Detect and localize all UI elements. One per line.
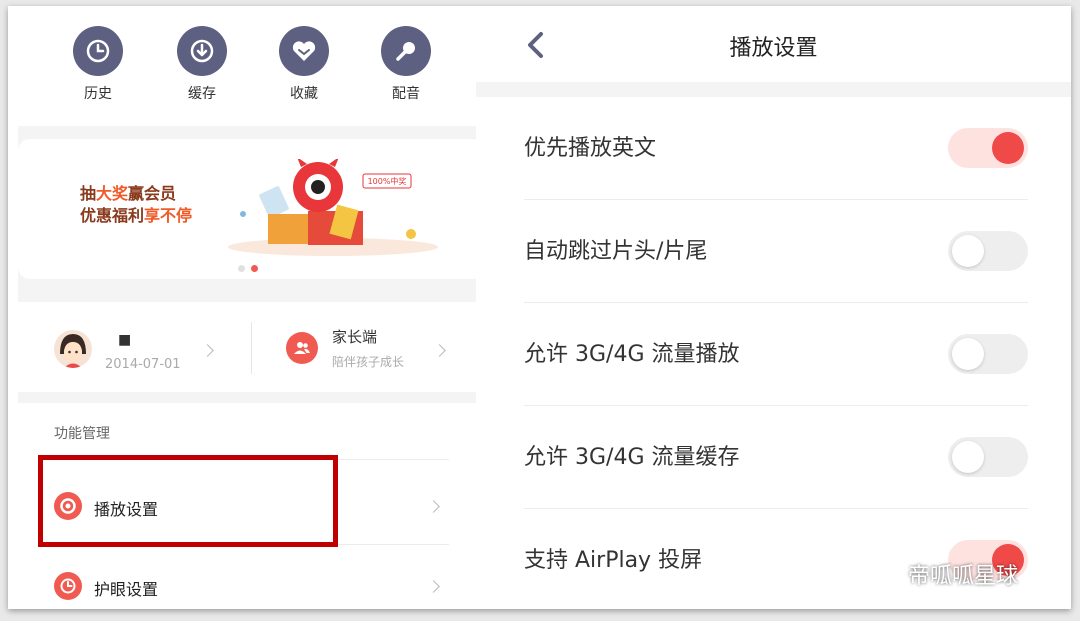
parent-subtitle: 陪伴孩子成长 (332, 355, 405, 369)
toggle-knob (992, 132, 1024, 164)
toggle-knob (952, 441, 984, 473)
section-gap (18, 392, 484, 403)
banner-page-indicator (238, 257, 264, 276)
quick-action-label: 历史 (84, 86, 112, 102)
section-title: 功能管理 (54, 426, 110, 442)
banner-tag: 100%中奖 (368, 176, 407, 186)
setting-skip-intro-outro: 自动跳过片头/片尾 (524, 200, 1028, 303)
watermark-text: 帝呱呱星球 (908, 564, 1019, 589)
wechat-icon (864, 561, 900, 586)
banner-illustration: 100%中奖 (228, 159, 438, 256)
setting-label: 自动跳过片头/片尾 (524, 239, 708, 264)
avatar[interactable] (54, 330, 92, 368)
chevron-right-icon (427, 500, 440, 513)
setting-label: 优先播放英文 (524, 136, 657, 161)
promo-banner[interactable]: 抽大奖赢会员 优惠福利享不停 100%中奖 (18, 139, 484, 279)
quick-action-favorites[interactable]: 收藏 (264, 26, 344, 103)
quick-action-label: 配音 (392, 86, 420, 102)
history-clock-icon (73, 26, 123, 76)
profile-birthdate: 2014-07-01 (105, 357, 181, 372)
profile-card: ■ 2014-07-01 家长端 陪伴孩子成长 (18, 302, 484, 392)
quick-action-history[interactable]: 历史 (58, 26, 138, 103)
toggle-knob (952, 235, 984, 267)
page-dot-active (251, 265, 258, 272)
chevron-right-icon[interactable] (433, 344, 446, 357)
toggle-switch[interactable] (948, 231, 1028, 271)
quick-action-cache[interactable]: 缓存 (162, 26, 242, 103)
setting-label: 允许 3G/4G 流量缓存 (524, 445, 740, 470)
divider (251, 322, 252, 374)
nav-bar: 播放设置 (476, 6, 1071, 82)
play-settings-page: 播放设置 优先播放英文 自动跳过片头/片尾 允许 3G/4G 流量播放 允许 3… (476, 6, 1071, 609)
toggle-switch[interactable] (948, 128, 1028, 168)
watermark: 帝呱呱星球 (862, 558, 1018, 590)
setting-label: 支持 AirPlay 投屏 (524, 548, 703, 573)
profile-name: ■ (118, 332, 132, 348)
app-frame: 历史 缓存 收藏 配音 抽大奖赢会员 优惠福利享不停 100%中奖 ■ 2014… (8, 6, 1071, 609)
highlight-box (38, 455, 338, 547)
page-title: 播放设置 (729, 36, 818, 61)
microphone-icon (381, 26, 431, 76)
quick-action-label: 缓存 (188, 86, 216, 102)
menu-item-label: 护眼设置 (94, 580, 159, 599)
setting-prefer-english: 优先播放英文 (524, 97, 1028, 200)
parent-title[interactable]: 家长端 (332, 326, 377, 347)
parent-users-icon (286, 332, 318, 364)
quick-actions: 历史 缓存 收藏 配音 (18, 6, 484, 126)
chevron-right-icon[interactable] (201, 344, 214, 357)
quick-action-dubbing[interactable]: 配音 (366, 26, 446, 103)
setting-label: 允许 3G/4G 流量播放 (524, 342, 740, 367)
eye-care-clock-icon (54, 572, 82, 600)
toggle-knob (952, 338, 984, 370)
section-gap (476, 82, 1071, 97)
page-dot (238, 265, 245, 272)
heart-icon (279, 26, 329, 76)
toggle-switch[interactable] (948, 334, 1028, 374)
setting-cellular-playback: 允许 3G/4G 流量播放 (524, 303, 1028, 406)
chevron-right-icon (427, 580, 440, 593)
toggle-switch[interactable] (948, 437, 1028, 477)
banner-text: 抽大奖赢会员 优惠福利享不停 (80, 184, 193, 225)
quick-action-label: 收藏 (290, 86, 318, 102)
download-icon (177, 26, 227, 76)
setting-cellular-cache: 允许 3G/4G 流量缓存 (524, 406, 1028, 509)
